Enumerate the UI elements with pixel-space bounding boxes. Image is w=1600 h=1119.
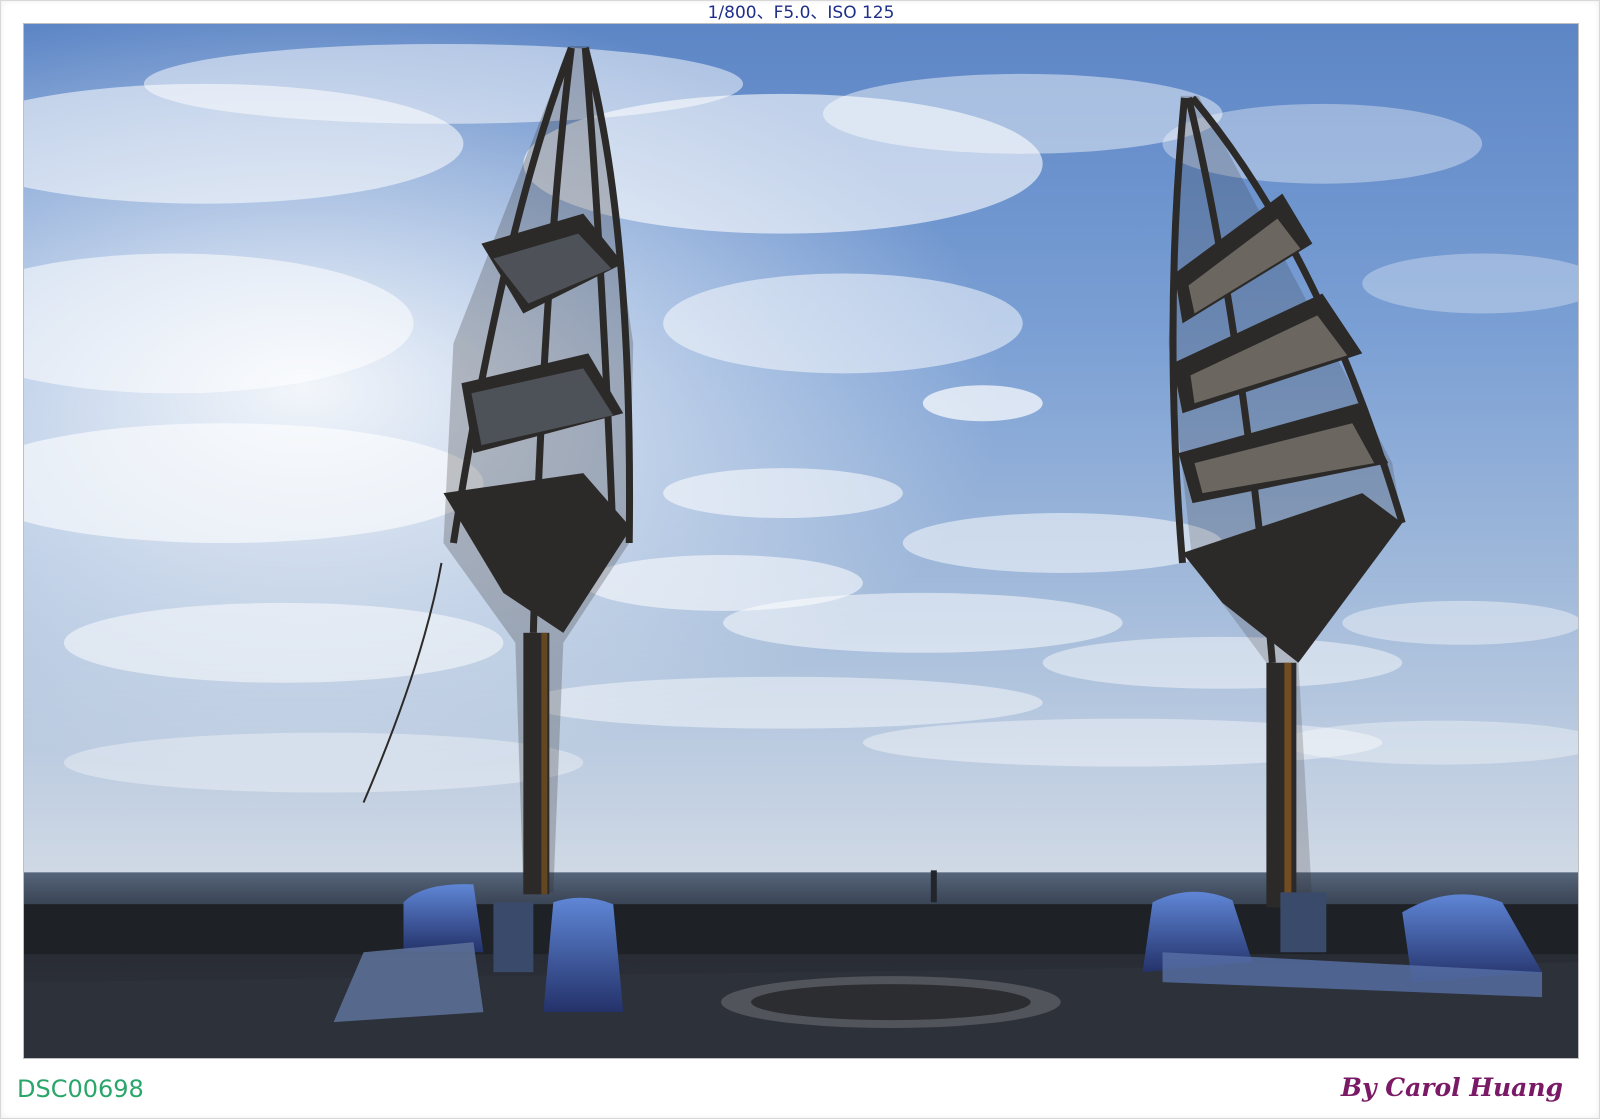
photo <box>23 23 1579 1059</box>
exif-caption: 1/800、F5.0、ISO 125 <box>707 3 895 23</box>
photo-frame: 1/800、F5.0、ISO 125 DSC00698 By Carol Hua… <box>0 0 1600 1119</box>
photo-filename: DSC00698 <box>17 1075 144 1103</box>
photographer-credit: By Carol Huang <box>1340 1073 1563 1102</box>
photo-illustration <box>24 24 1578 1058</box>
